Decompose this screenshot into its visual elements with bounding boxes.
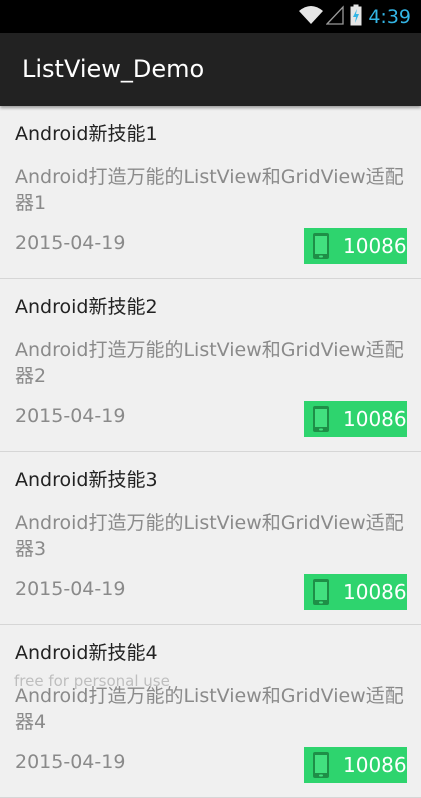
phone-number: 10086	[343, 234, 407, 258]
item-description: Android打造万能的ListView和GridView适配器3	[15, 512, 404, 560]
status-time: 4:39	[368, 5, 411, 28]
list-item[interactable]: Android新技能1 Android打造万能的ListView和GridVie…	[0, 106, 421, 279]
item-date: 2015-04-19	[15, 232, 126, 254]
list-item[interactable]: Android新技能3 Android打造万能的ListView和GridVie…	[0, 452, 421, 625]
phone-icon	[310, 232, 332, 260]
item-title: Android新技能2	[15, 296, 158, 318]
status-bar: 4:39	[0, 0, 421, 33]
item-date: 2015-04-19	[15, 578, 126, 600]
item-title: Android新技能3	[15, 469, 158, 491]
app-title: ListView_Demo	[22, 55, 205, 83]
phone-icon	[310, 751, 332, 779]
watermark: free for personal use	[14, 672, 170, 690]
phone-number: 10086	[343, 580, 407, 604]
item-date: 2015-04-19	[15, 751, 126, 773]
item-description: Android打造万能的ListView和GridView适配器1	[15, 166, 404, 214]
phone-icon	[310, 578, 332, 606]
phone-number: 10086	[343, 407, 407, 431]
item-description: Android打造万能的ListView和GridView适配器2	[15, 339, 404, 387]
wifi-icon	[298, 5, 324, 29]
phone-number: 10086	[343, 753, 407, 777]
list-view[interactable]: Android新技能1 Android打造万能的ListView和GridVie…	[0, 106, 421, 798]
item-date: 2015-04-19	[15, 405, 126, 427]
call-button[interactable]: 10086	[304, 574, 407, 610]
action-bar: ListView_Demo	[0, 33, 421, 106]
phone-icon	[310, 405, 332, 433]
list-item[interactable]: Android新技能2 Android打造万能的ListView和GridVie…	[0, 279, 421, 452]
call-button[interactable]: 10086	[304, 401, 407, 437]
item-description: Android打造万能的ListView和GridView适配器4	[15, 685, 404, 733]
list-item[interactable]: Android新技能4 Android打造万能的ListView和GridVie…	[0, 625, 421, 798]
call-button[interactable]: 10086	[304, 747, 407, 783]
signal-icon	[325, 4, 344, 29]
item-title: Android新技能4	[15, 642, 158, 664]
status-icons: 4:39	[298, 0, 411, 33]
item-title: Android新技能1	[15, 123, 158, 145]
call-button[interactable]: 10086	[304, 228, 407, 264]
battery-charging-icon	[350, 4, 362, 30]
